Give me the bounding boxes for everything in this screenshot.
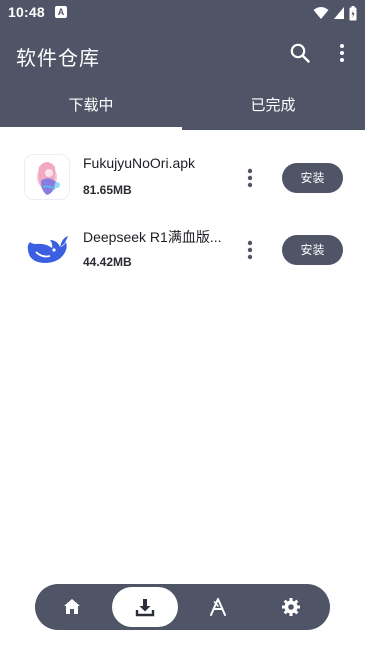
more-vert-icon[interactable]: [242, 238, 258, 262]
nav-download[interactable]: [110, 584, 180, 630]
nav-apps[interactable]: [183, 584, 253, 630]
install-button[interactable]: 安装: [282, 163, 343, 193]
tab-completed-label: 已完成: [250, 96, 296, 114]
nav-settings[interactable]: [256, 584, 326, 630]
app-bar: 软件仓库 下载中 已完成: [0, 26, 365, 130]
more-vert-icon[interactable]: [242, 166, 258, 190]
tab-downloading-label: 下载中: [68, 96, 114, 114]
file-name: Deepseek R1满血版...: [83, 229, 222, 245]
search-icon[interactable]: [289, 42, 311, 64]
settings-icon: [282, 598, 300, 616]
anime-girl-app-icon: [24, 154, 70, 200]
list-item[interactable]: FukujyuNoOri.apk 81.65MB 安装: [0, 142, 365, 214]
tab-completed[interactable]: 已完成: [182, 84, 364, 130]
file-size: 81.65MB: [83, 183, 132, 197]
battery-icon: [349, 5, 357, 20]
wifi-icon: [313, 7, 329, 19]
file-size: 44.42MB: [83, 255, 132, 269]
a-icon: A: [55, 6, 67, 18]
install-button[interactable]: 安装: [282, 235, 343, 265]
more-vert-icon[interactable]: [334, 42, 350, 64]
tab-bar: 下载中 已完成: [0, 84, 365, 130]
download-icon: [135, 599, 155, 617]
page-title: 软件仓库: [16, 46, 100, 70]
status-bar: 10:48 A: [0, 0, 365, 26]
app-store-icon: [210, 598, 226, 616]
deepseek-whale-icon: [24, 226, 70, 272]
tab-indicator: [0, 127, 182, 130]
nav-home[interactable]: [37, 584, 107, 630]
bottom-nav: [35, 584, 330, 630]
file-name: FukujyuNoOri.apk: [83, 155, 196, 171]
status-time: 10:48: [8, 4, 45, 20]
status-icons: [313, 5, 357, 21]
tab-downloading[interactable]: 下载中: [0, 84, 182, 130]
home-icon: [64, 599, 80, 614]
signal-icon: [334, 7, 344, 19]
list-item[interactable]: Deepseek R1满血版... 44.42MB 安装: [0, 214, 365, 286]
